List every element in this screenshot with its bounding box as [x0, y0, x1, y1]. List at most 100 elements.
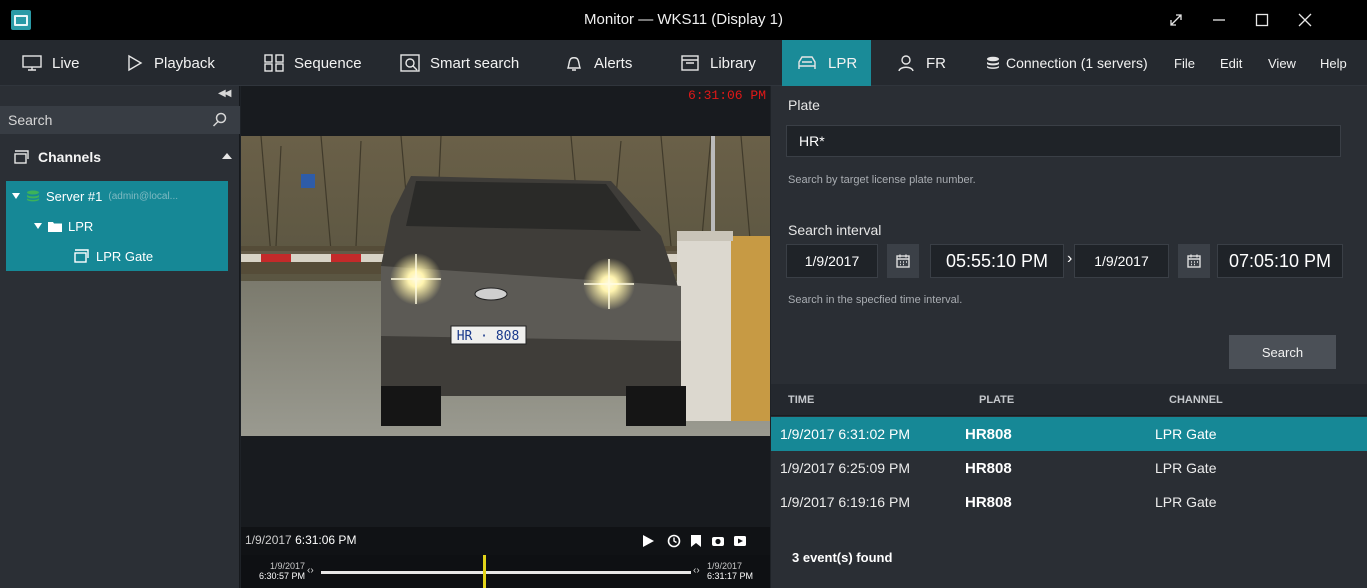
- expand-arrow-icon: [12, 193, 20, 199]
- to-time-field[interactable]: 07:05:10 PM: [1217, 244, 1343, 278]
- snapshot-button[interactable]: [709, 532, 727, 550]
- tab-alerts[interactable]: Alerts: [550, 40, 646, 86]
- bell-icon: [567, 57, 581, 71]
- video-frame[interactable]: HR · 808: [241, 136, 770, 436]
- search-icon[interactable]: [212, 112, 228, 128]
- result-time: 1/9/2017 6:31:02 PM: [780, 426, 910, 442]
- result-row[interactable]: 1/9/2017 6:31:02 PM HR808 LPR Gate: [771, 417, 1367, 451]
- timeline-right-arrow-icon[interactable]: ‹›: [693, 565, 700, 576]
- result-row[interactable]: 1/9/2017 6:25:09 PM HR808 LPR Gate: [771, 451, 1367, 485]
- tab-fr-label: FR: [926, 54, 946, 72]
- sequence-icon: [264, 54, 284, 72]
- playback-datetime: 1/9/2017 6:31:06 PM: [245, 533, 356, 547]
- folder-name: LPR: [68, 218, 94, 234]
- tab-playback[interactable]: Playback: [112, 40, 229, 86]
- channels-title: Channels: [38, 149, 102, 165]
- expand-arrow-icon: [34, 223, 42, 229]
- play-icon: [128, 54, 143, 72]
- lpr-search-panel: Plate HR* Search by target license plate…: [771, 86, 1367, 588]
- maximize-button[interactable]: [1241, 0, 1283, 40]
- timeline-start-label: 1/9/2017 6:30:57 PM: [259, 561, 305, 581]
- connection-button[interactable]: Connection (1 servers): [972, 40, 1162, 86]
- timeline-track[interactable]: [321, 571, 691, 574]
- result-time: 1/9/2017 6:19:16 PM: [780, 494, 910, 510]
- tab-smart-search-label: Smart search: [430, 54, 520, 72]
- timeline-left-arrow-icon[interactable]: ‹›: [307, 565, 314, 576]
- from-calendar-button[interactable]: [887, 244, 919, 278]
- timeline-end-label: 1/9/2017 6:31:17 PM: [707, 561, 753, 581]
- channels-section-header[interactable]: Channels: [0, 142, 240, 172]
- play-button[interactable]: [639, 532, 657, 550]
- channels-sidebar: ◀◀ Search Channels Server #1 (admin@loca…: [0, 86, 240, 588]
- menu-file[interactable]: File: [1166, 40, 1203, 86]
- tab-alerts-label: Alerts: [594, 54, 633, 72]
- video-timestamp: 6:31:06 PM: [687, 88, 766, 103]
- server-name: Server #1: [46, 188, 103, 204]
- result-row[interactable]: 1/9/2017 6:19:16 PM HR808 LPR Gate: [771, 485, 1367, 519]
- column-plate[interactable]: PLATE: [979, 394, 1014, 406]
- tab-lpr[interactable]: LPR: [782, 40, 872, 86]
- column-channel[interactable]: CHANNEL: [1169, 394, 1223, 406]
- bookmark-icon: [691, 535, 701, 547]
- timeline-start-date: 1/9/2017: [269, 561, 306, 571]
- events-found-count: 3 event(s) found: [792, 550, 893, 565]
- tab-library[interactable]: Library: [666, 40, 770, 86]
- result-channel: LPR Gate: [1155, 460, 1217, 476]
- plate-input[interactable]: HR*: [786, 125, 1341, 157]
- menu-edit[interactable]: Edit: [1212, 40, 1250, 86]
- collapse-sidebar-icon[interactable]: ◀◀: [218, 88, 231, 99]
- app-icon: [11, 10, 31, 30]
- tree-item-server[interactable]: Server #1 (admin@local...: [12, 183, 178, 209]
- close-button[interactable]: [1284, 0, 1326, 40]
- search-button[interactable]: Search: [1229, 335, 1336, 369]
- channel-icon: [14, 150, 29, 164]
- result-plate: HR808: [965, 426, 1012, 443]
- results-table-header: TIME PLATE CHANNEL: [771, 384, 1367, 416]
- channel-name: LPR Gate: [96, 248, 154, 264]
- tab-fr[interactable]: FR: [882, 40, 960, 86]
- tab-sequence[interactable]: Sequence: [250, 40, 376, 86]
- tab-library-label: Library: [710, 54, 756, 72]
- smart-search-icon: [400, 54, 420, 72]
- from-time-field[interactable]: 05:55:10 PM: [930, 244, 1064, 278]
- folder-icon: [48, 222, 62, 232]
- plate-label: Plate: [788, 97, 820, 113]
- playback-bar: 1/9/2017 6:31:06 PM: [241, 527, 770, 555]
- tree-item-channel-lpr-gate[interactable]: LPR Gate: [74, 243, 153, 269]
- tab-smart-search[interactable]: Smart search: [386, 40, 533, 86]
- play-icon: [643, 535, 654, 547]
- result-plate: HR808: [965, 460, 1012, 477]
- timeline-cursor[interactable]: [483, 555, 486, 588]
- plate-hint: Search by target license plate number.: [788, 174, 976, 186]
- export-button[interactable]: [731, 532, 749, 550]
- bookmark-button[interactable]: [687, 532, 705, 550]
- column-time[interactable]: TIME: [788, 394, 814, 406]
- timeline-start-time: 6:30:57 PM: [259, 571, 306, 581]
- calendar-icon: [1187, 254, 1201, 268]
- timeline-end-time: 6:31:17 PM: [707, 571, 754, 581]
- result-time: 1/9/2017 6:25:09 PM: [780, 460, 910, 476]
- channel-icon: [74, 249, 89, 263]
- fullscreen-icon[interactable]: [1155, 0, 1197, 40]
- playback-date: 1/9/2017: [245, 533, 292, 547]
- video-viewer: 6:31:06 PM HR · 808 1/9/2017 6:31:06 PM …: [241, 86, 770, 588]
- playback-time: 6:31:06 PM: [295, 533, 357, 547]
- tab-lpr-label: LPR: [828, 54, 858, 72]
- tab-playback-label: Playback: [154, 54, 215, 72]
- menu-help[interactable]: Help: [1312, 40, 1355, 86]
- sidebar-search-input[interactable]: Search: [0, 106, 240, 134]
- from-date-field[interactable]: 1/9/2017: [786, 244, 878, 278]
- tree-item-folder-lpr[interactable]: LPR: [34, 213, 93, 239]
- interval-hint: Search in the specfied time interval.: [788, 294, 963, 306]
- camera-image: HR · 808: [241, 136, 770, 436]
- menu-view[interactable]: View: [1260, 40, 1304, 86]
- to-calendar-button[interactable]: [1178, 244, 1210, 278]
- timeline-end-date: 1/9/2017: [707, 561, 743, 571]
- result-channel: LPR Gate: [1155, 426, 1217, 442]
- title-bar: Monitor — WKS11 (Display 1): [0, 0, 1367, 40]
- tab-live[interactable]: Live: [8, 40, 94, 86]
- minimize-button[interactable]: [1198, 0, 1240, 40]
- to-date-field[interactable]: 1/9/2017: [1074, 244, 1169, 278]
- server-user: (admin@local...: [108, 190, 178, 202]
- time-jump-button[interactable]: [665, 532, 683, 550]
